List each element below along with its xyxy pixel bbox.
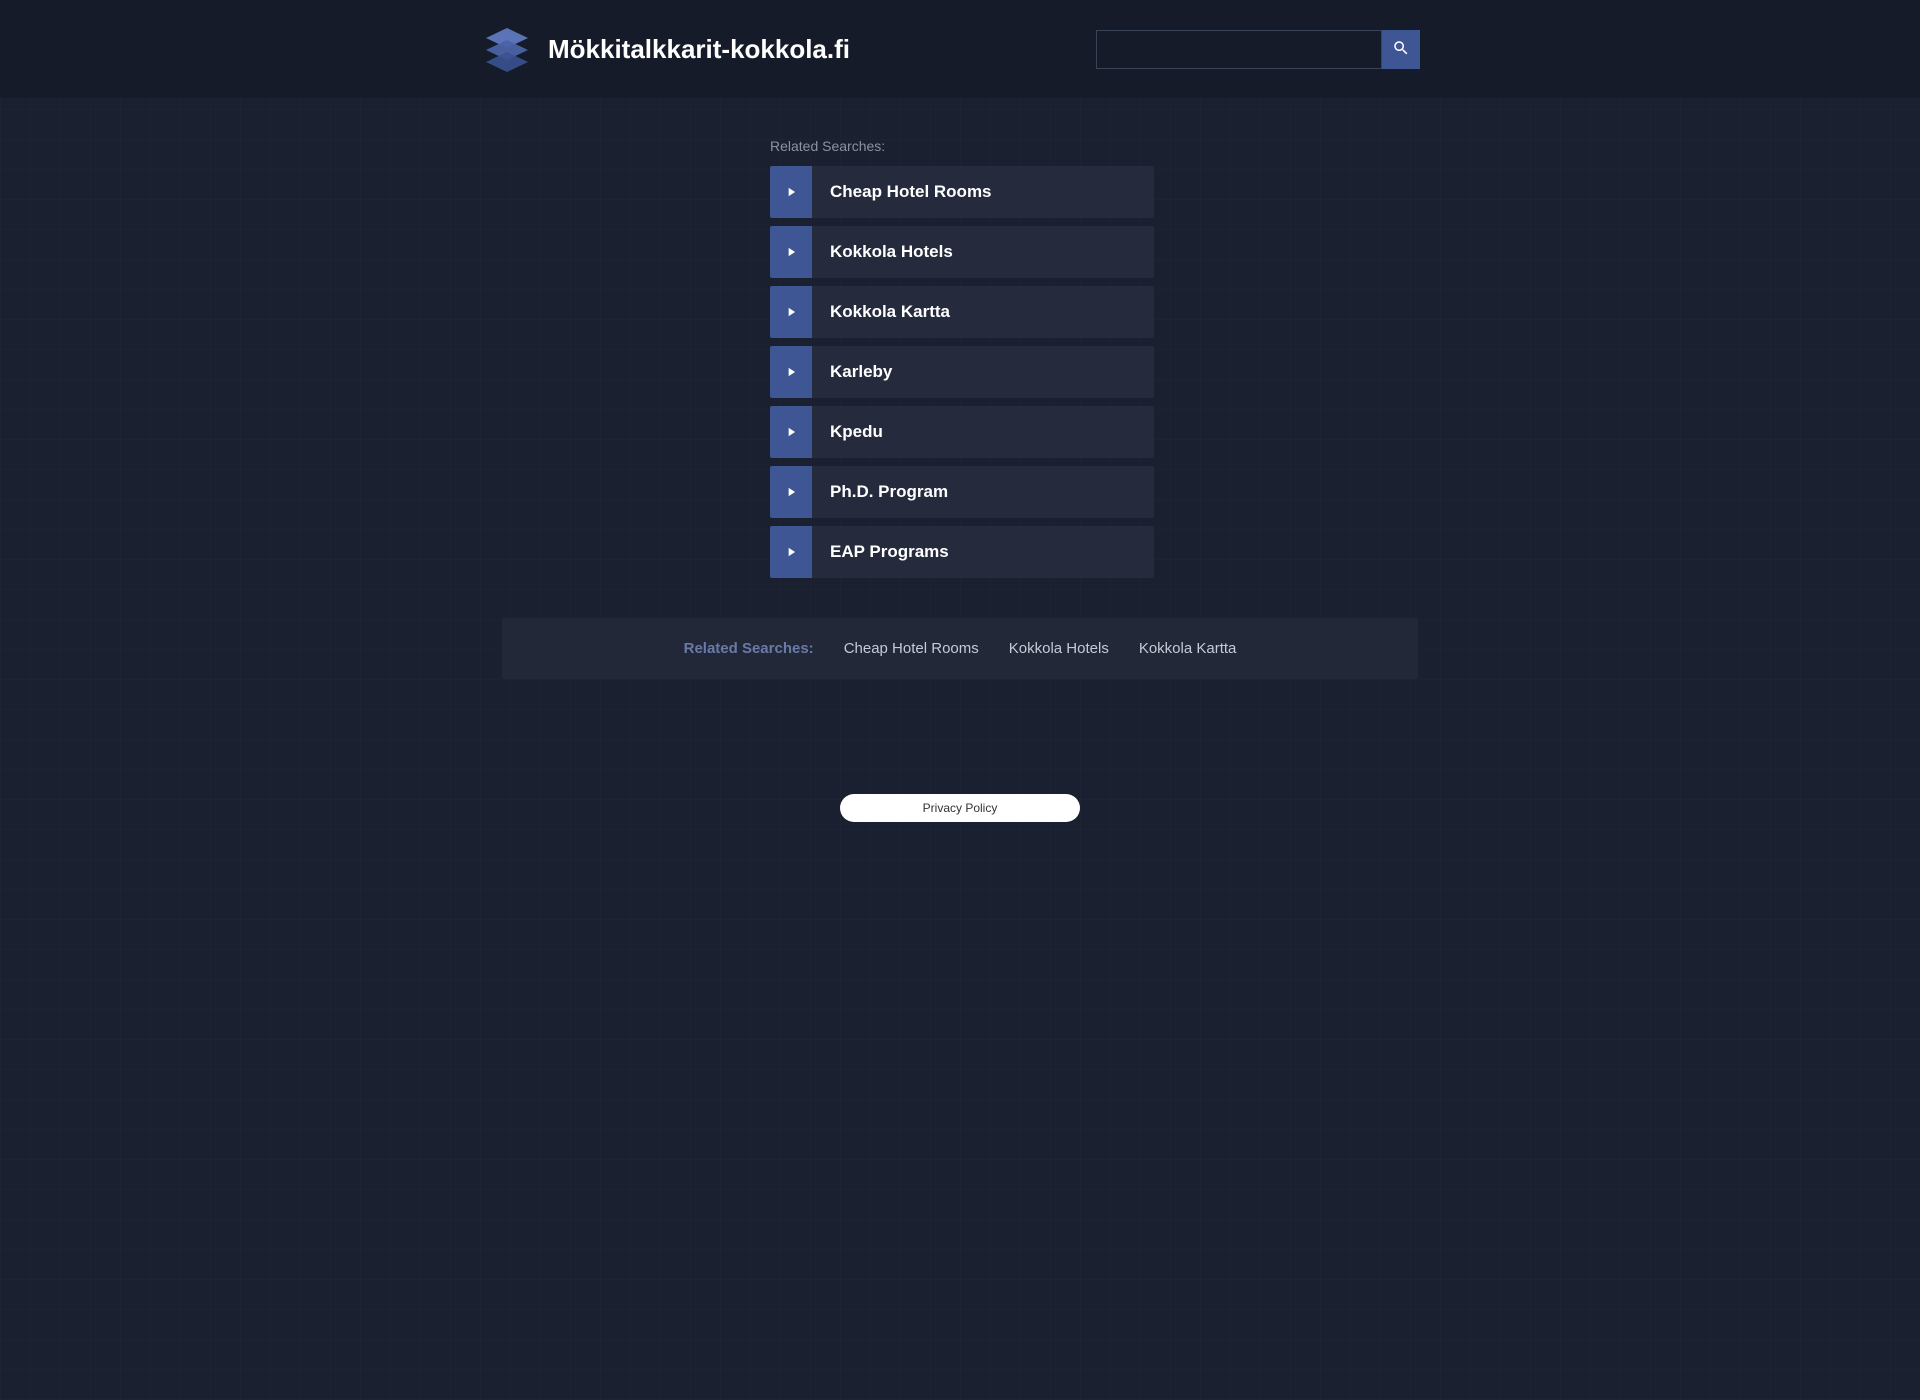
site-title: Mökkitalkkarit-kokkola.fi <box>548 34 850 65</box>
play-icon <box>770 526 812 578</box>
play-icon <box>770 166 812 218</box>
search-item-label: Cheap Hotel Rooms <box>812 166 992 218</box>
search-input[interactable] <box>1096 30 1382 69</box>
footer-link[interactable]: Kokkola Kartta <box>1139 640 1237 657</box>
search-item[interactable]: Cheap Hotel Rooms <box>770 166 1154 218</box>
privacy-policy-button[interactable]: Privacy Policy <box>840 794 1080 822</box>
main-content: Related Searches: Cheap Hotel Rooms Kokk… <box>480 138 1440 822</box>
search-area <box>1096 30 1420 69</box>
footer-link[interactable]: Cheap Hotel Rooms <box>844 640 979 657</box>
search-item[interactable]: Kpedu <box>770 406 1154 458</box>
search-item-label: EAP Programs <box>812 526 949 578</box>
play-icon <box>770 286 812 338</box>
header-content: Mökkitalkkarit-kokkola.fi <box>480 22 1440 76</box>
search-item[interactable]: Kokkola Hotels <box>770 226 1154 278</box>
related-searches-section: Related Searches: Cheap Hotel Rooms Kokk… <box>770 138 1154 578</box>
play-icon <box>770 226 812 278</box>
search-list: Cheap Hotel Rooms Kokkola Hotels Kokkola… <box>770 166 1154 578</box>
search-item-label: Kpedu <box>812 406 883 458</box>
play-icon <box>770 406 812 458</box>
footer-link[interactable]: Kokkola Hotels <box>1009 640 1109 657</box>
search-item-label: Kokkola Kartta <box>812 286 950 338</box>
footer-related-label: Related Searches: <box>684 640 814 657</box>
related-searches-label: Related Searches: <box>770 138 1154 154</box>
search-item[interactable]: Karleby <box>770 346 1154 398</box>
footer-related-bar: Related Searches: Cheap Hotel Rooms Kokk… <box>502 618 1418 679</box>
search-item[interactable]: EAP Programs <box>770 526 1154 578</box>
play-icon <box>770 346 812 398</box>
privacy-policy-label: Privacy Policy <box>923 801 998 815</box>
stacked-layers-icon <box>480 22 534 76</box>
search-button[interactable] <box>1382 30 1420 69</box>
logo-area[interactable]: Mökkitalkkarit-kokkola.fi <box>480 22 850 76</box>
search-item-label: Kokkola Hotels <box>812 226 953 278</box>
search-item-label: Ph.D. Program <box>812 466 948 518</box>
search-item[interactable]: Ph.D. Program <box>770 466 1154 518</box>
play-icon <box>770 466 812 518</box>
search-item-label: Karleby <box>812 346 892 398</box>
search-icon <box>1392 39 1410 60</box>
search-item[interactable]: Kokkola Kartta <box>770 286 1154 338</box>
header-bar: Mökkitalkkarit-kokkola.fi <box>0 0 1920 98</box>
